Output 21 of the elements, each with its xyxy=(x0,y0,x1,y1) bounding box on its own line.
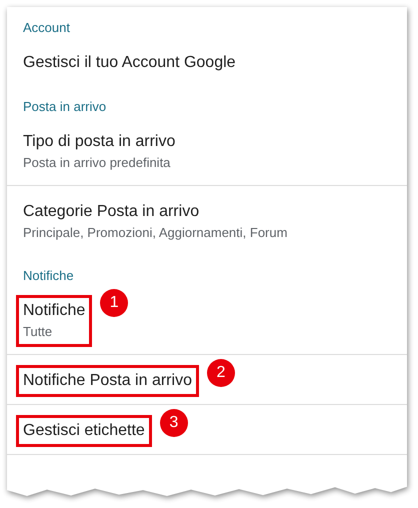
item-title: Notifiche Posta in arrivo xyxy=(23,371,192,391)
settings-item[interactable]: Gestisci etichette 3 xyxy=(7,405,407,455)
callout-badge: 1 xyxy=(100,289,128,317)
section-header: Account xyxy=(22,19,71,37)
settings-item[interactable]: Categorie Posta in arrivo Principale, Promozioni, Aggiornamenti, Forum xyxy=(7,186,407,261)
section-header: Posta in arrivo xyxy=(22,98,108,116)
settings-item[interactable]: Notifiche Posta in arrivo 2 xyxy=(7,355,407,405)
callout-badge: 2 xyxy=(206,359,235,387)
item-title: Gestisci il tuo Account Google xyxy=(23,53,236,73)
settings-item[interactable]: Gestisci il tuo Account Google xyxy=(7,43,407,92)
callout-badge: 3 xyxy=(160,409,188,437)
item-subtitle: Principale, Promozioni, Aggiornamenti, Forum xyxy=(23,224,288,242)
item-title: Categorie Posta in arrivo xyxy=(23,202,200,222)
item-subtitle: Tutte xyxy=(23,323,54,341)
settings-item[interactable]: Tipo di posta in arrivo Posta in arrivo predefinita xyxy=(7,122,407,186)
section-header: Notifiche xyxy=(22,267,75,285)
settings-item[interactable]: Notifiche Tutte 1 xyxy=(7,291,407,355)
item-title: Notifiche xyxy=(23,301,86,321)
item-title: Tipo di posta in arrivo xyxy=(23,132,176,152)
item-subtitle: Posta in arrivo predefinita xyxy=(23,154,172,172)
item-title: Gestisci etichette xyxy=(23,421,145,441)
